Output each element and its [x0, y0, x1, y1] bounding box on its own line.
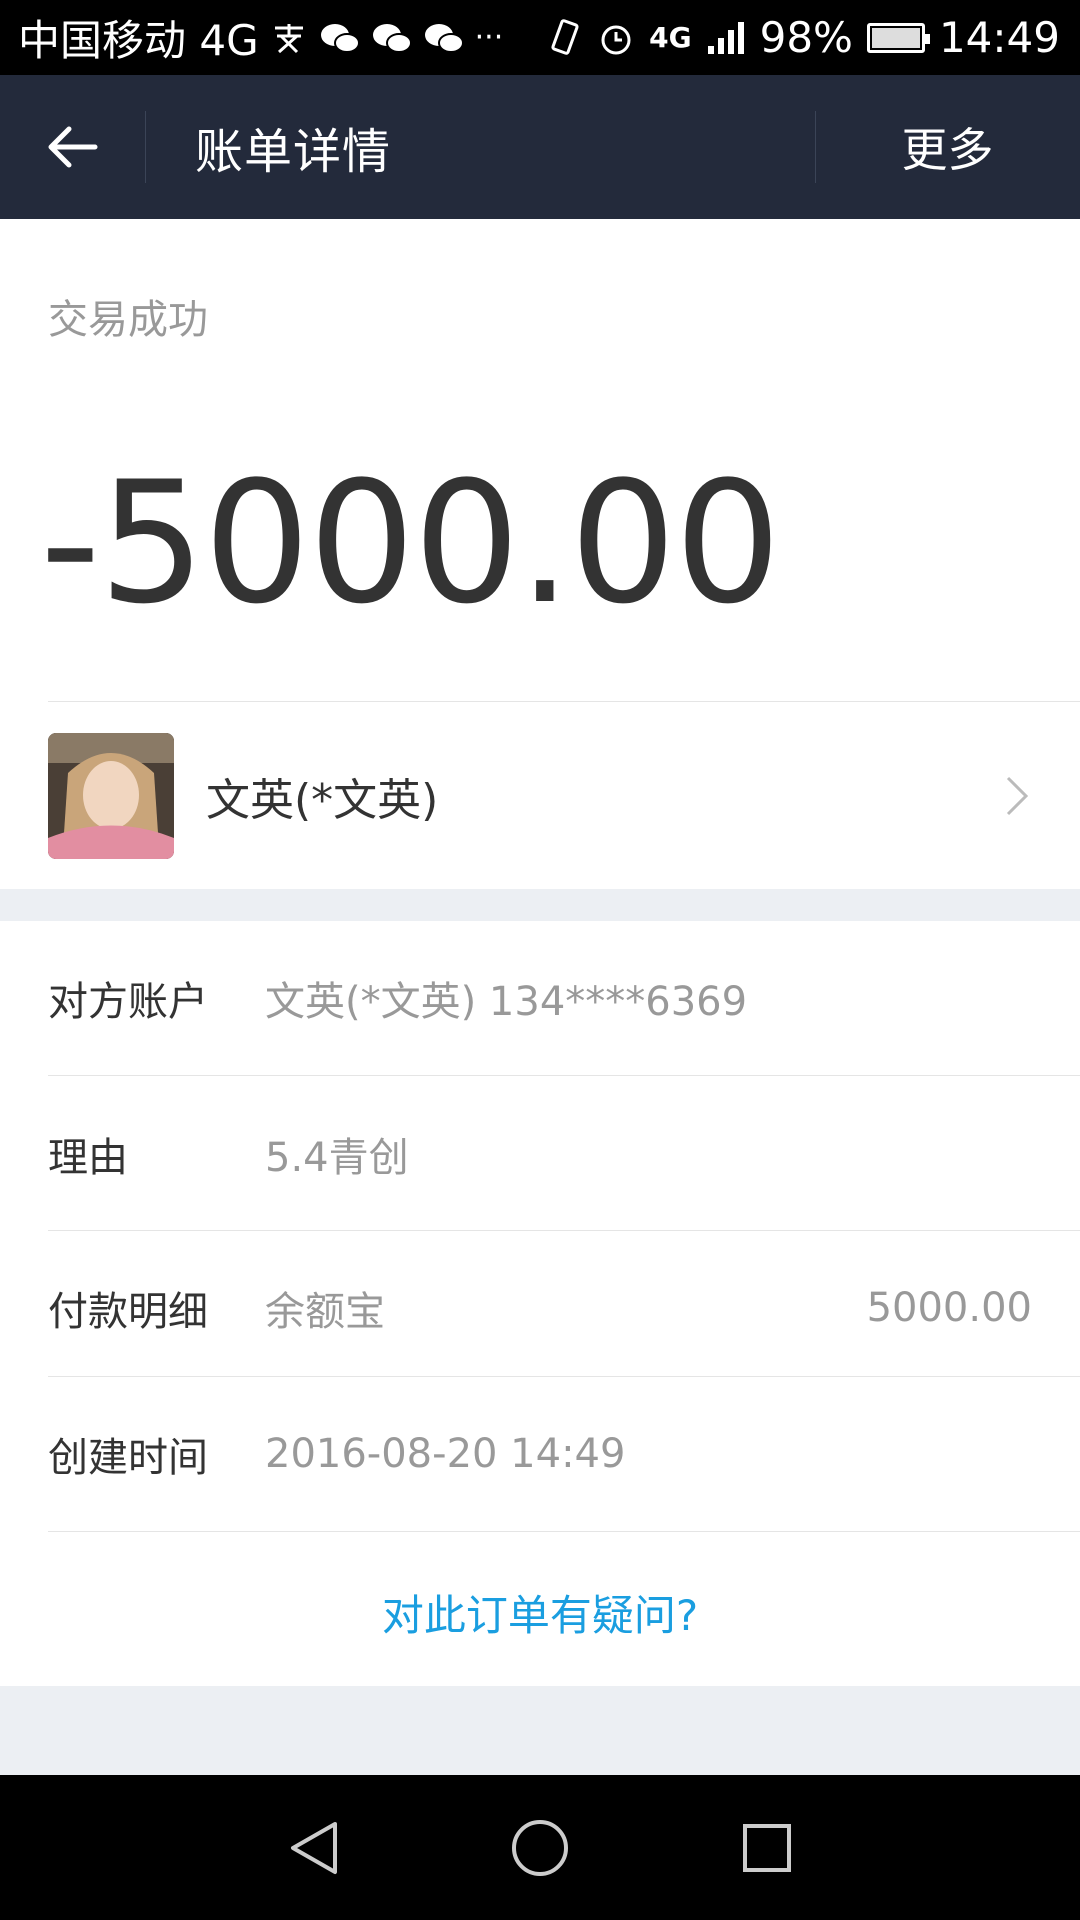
wechat-icon: [319, 16, 361, 60]
arrow-left-icon: [48, 126, 97, 168]
vibrate-icon: [547, 16, 583, 60]
signal-icon: [706, 16, 746, 60]
alipay-icon: [269, 16, 309, 60]
reason-label: 理由: [48, 1135, 128, 1181]
payment-label: 付款明细: [48, 1289, 208, 1335]
circle-home-icon: [511, 1819, 568, 1876]
divider: [48, 1075, 1080, 1076]
square-recents-icon: [742, 1823, 791, 1872]
alarm-icon: [597, 16, 635, 60]
carrier-label: 中国移动 4G: [18, 16, 259, 65]
status-right: 4G 98% 14:49: [547, 13, 1080, 62]
clock: 14:49: [938, 13, 1060, 62]
account-row: 对方账户 文英(*文英) 134****6369: [0, 961, 1080, 1035]
chevron-right-icon: [1006, 776, 1029, 816]
order-question-link[interactable]: 对此订单有疑问?: [0, 1582, 1080, 1643]
nav-home-button[interactable]: [490, 1798, 590, 1898]
payment-row: 付款明细 余额宝 5000.00: [0, 1271, 1080, 1345]
battery-percent: 98%: [759, 13, 853, 62]
reason-value: 5.4青创: [265, 1135, 409, 1181]
battery-icon: [866, 22, 930, 53]
divider: [48, 1230, 1080, 1231]
wechat-icon: [371, 16, 413, 60]
transaction-amount: -5000.00: [40, 445, 781, 641]
app-header: 账单详情 更多: [0, 75, 1080, 219]
payee-name: 文英(*文英): [206, 774, 439, 826]
transaction-status: 交易成功: [48, 297, 208, 343]
network-type-label: 4G: [649, 21, 692, 54]
status-left: 中国移动 4G ···: [0, 7, 503, 68]
account-label: 对方账户: [48, 979, 208, 1025]
divider: [48, 1531, 1080, 1532]
more-button[interactable]: 更多: [815, 75, 1080, 219]
divider: [48, 1376, 1080, 1377]
transaction-summary: 交易成功 -5000.00 文英(*文英): [0, 219, 1080, 889]
nav-recents-button[interactable]: [717, 1798, 817, 1898]
transaction-details: 对方账户 文英(*文英) 134****6369 理由 5.4青创 付款明细 余…: [0, 921, 1080, 1686]
triangle-back-icon: [291, 1821, 338, 1874]
time-row: 创建时间 2016-08-20 14:49: [0, 1417, 1080, 1491]
nav-back-button[interactable]: [263, 1798, 363, 1898]
account-value: 文英(*文英) 134****6369: [265, 979, 748, 1025]
more-notifications-icon: ···: [474, 20, 504, 55]
payment-method: 余额宝: [265, 1289, 385, 1335]
system-nav-bar: [0, 1775, 1080, 1920]
status-bar: 中国移动 4G ··· 4G 98% 14:49: [0, 0, 1080, 75]
wechat-icon: [423, 16, 465, 60]
back-button[interactable]: [0, 75, 145, 219]
reason-row: 理由 5.4青创: [0, 1117, 1080, 1191]
page-title: 账单详情: [195, 124, 392, 180]
header-divider: [145, 111, 146, 183]
payment-amount: 5000.00: [866, 1285, 1032, 1331]
avatar: [48, 732, 174, 859]
time-label: 创建时间: [48, 1435, 208, 1481]
time-value: 2016-08-20 14:49: [265, 1431, 626, 1477]
payee-row[interactable]: 文英(*文英): [0, 702, 1080, 889]
